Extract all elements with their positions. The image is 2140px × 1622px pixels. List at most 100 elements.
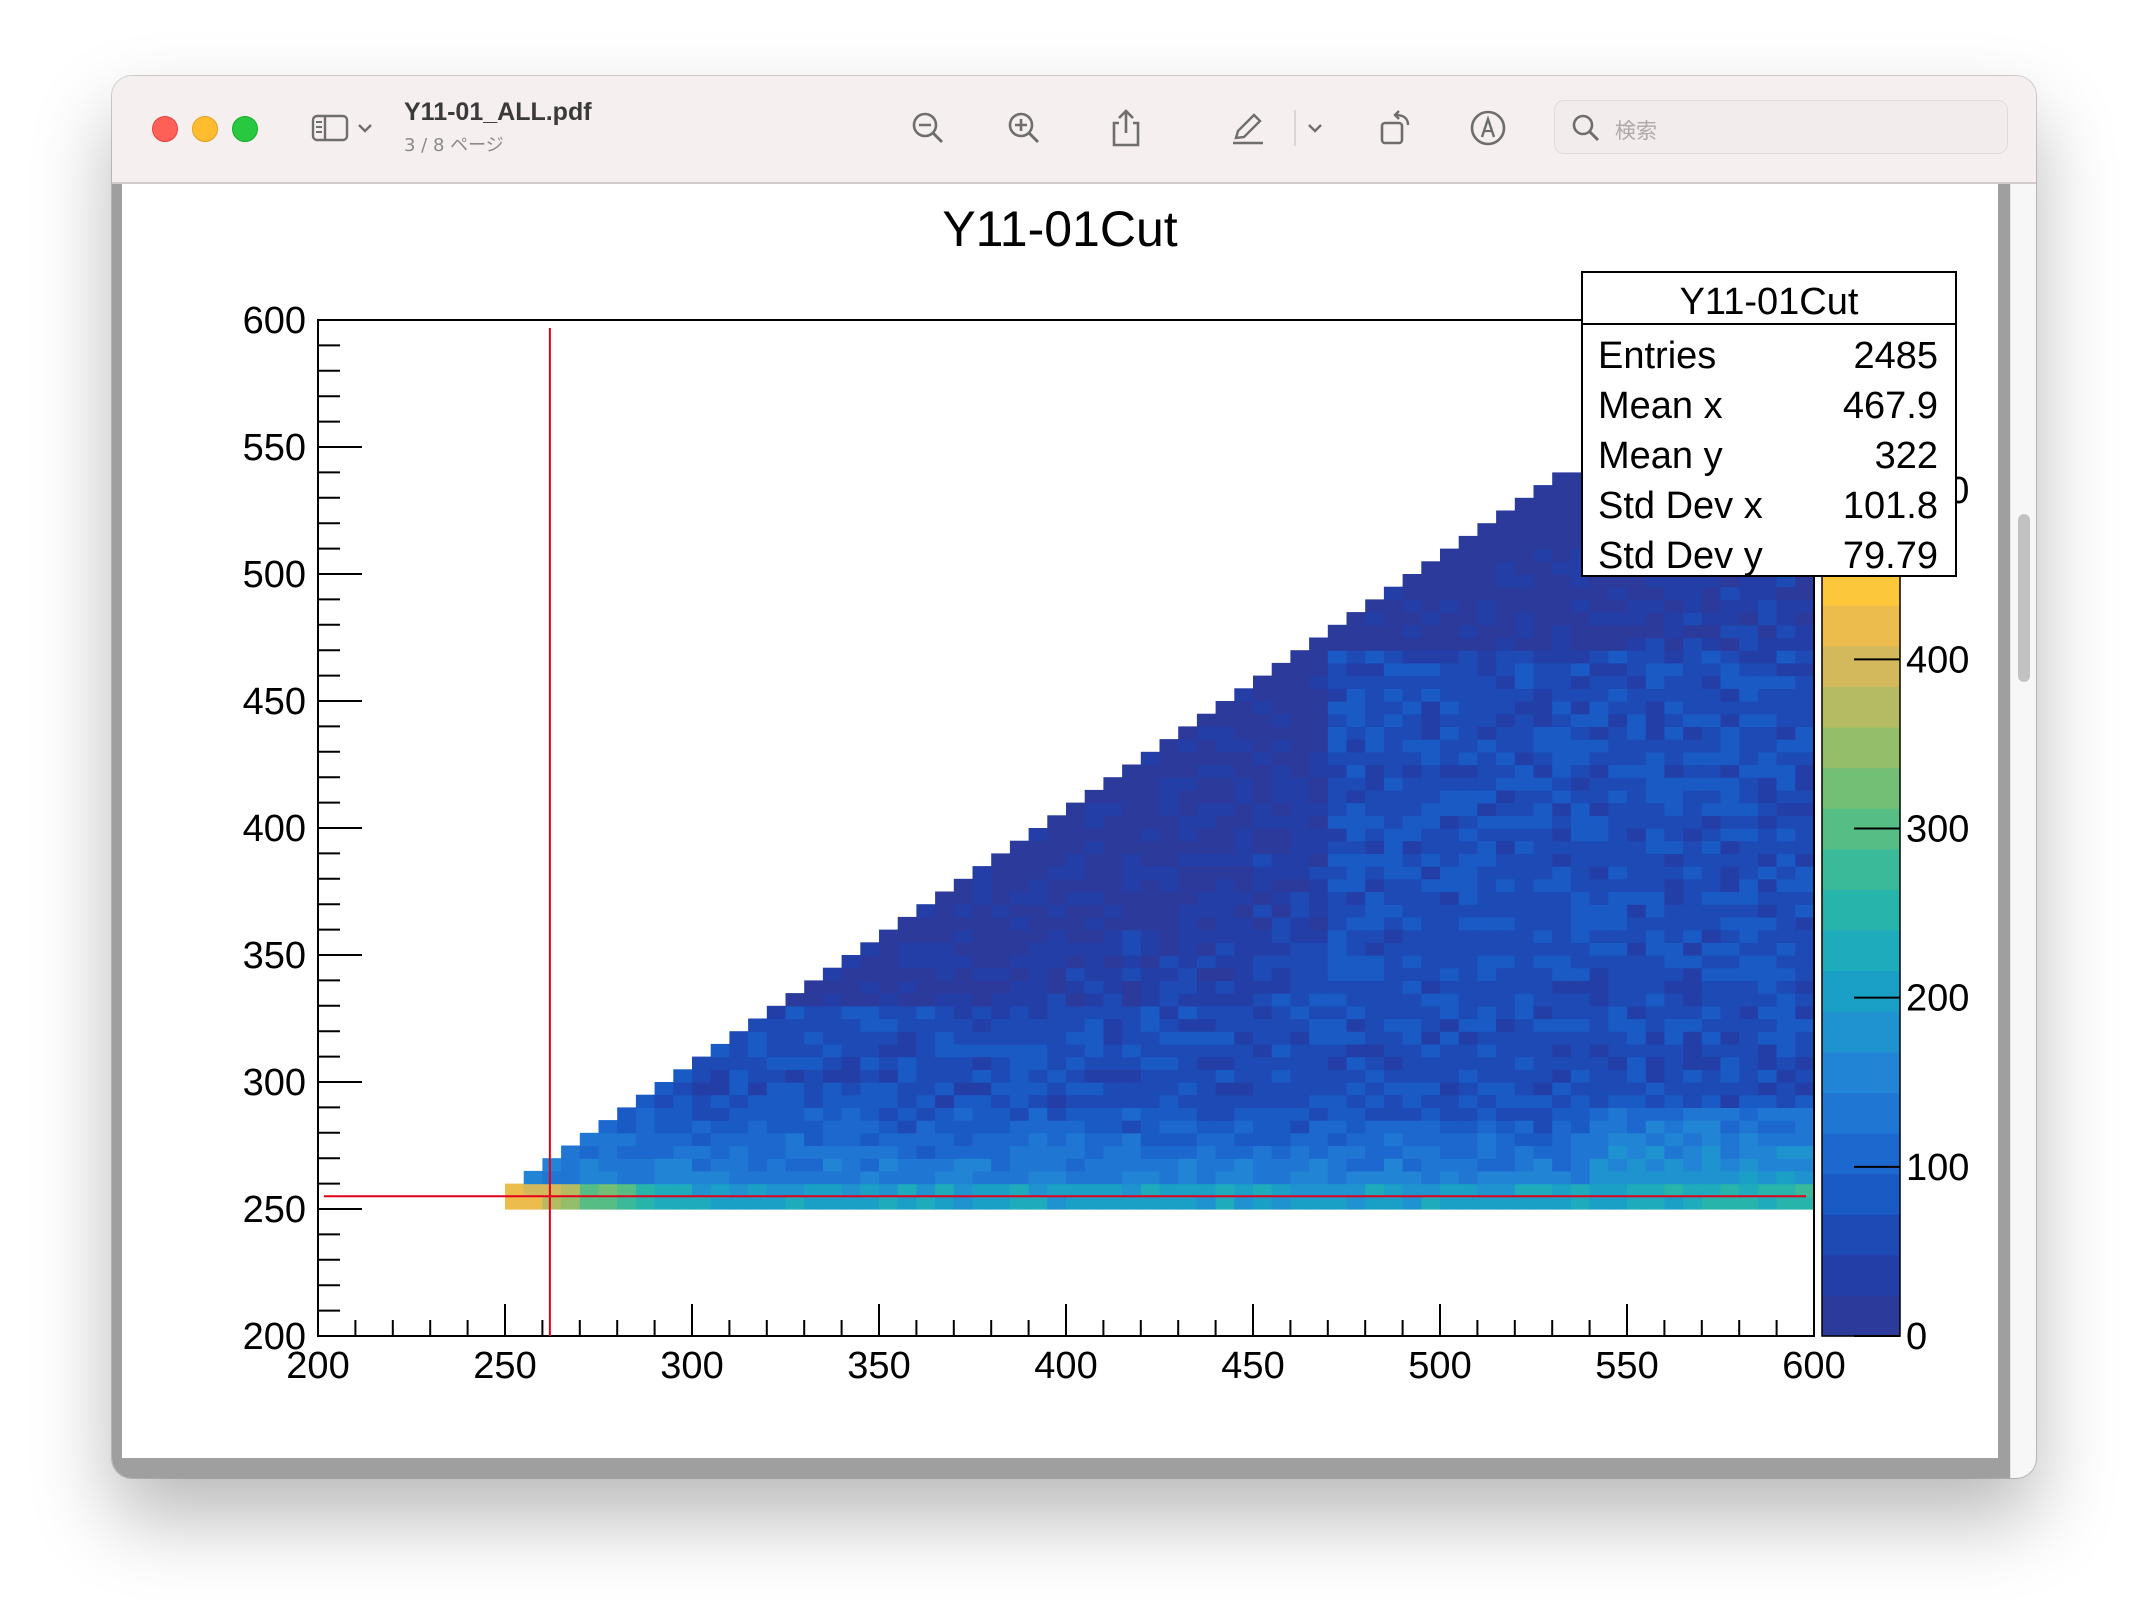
heatmap-cell: [1009, 1056, 1030, 1070]
heatmap-cell: [1776, 599, 1796, 613]
heatmap-cell: [1383, 1145, 1404, 1159]
heatmap-cell: [1196, 942, 1217, 956]
heatmap-cell: [1402, 993, 1422, 1007]
markup-pen-icon[interactable]: [1228, 106, 1268, 150]
heatmap-cell: [673, 1196, 693, 1210]
heatmap-cell: [1552, 1005, 1572, 1020]
heatmap-cell: [1496, 523, 1516, 537]
heatmap-cell: [1365, 929, 1385, 943]
zoom-in-icon[interactable]: [1004, 106, 1044, 150]
heatmap-cell: [1552, 548, 1572, 562]
heatmap-cell: [1196, 878, 1217, 893]
vertical-scrollbar[interactable]: [2010, 184, 2036, 1478]
heatmap-cell: [1421, 726, 1441, 740]
heatmap-cell: [1570, 1107, 1591, 1121]
heatmap-cell: [1552, 955, 1572, 969]
chevron-down-icon[interactable]: [1306, 106, 1324, 150]
heatmap-cell: [1234, 1107, 1254, 1121]
heatmap-cell: [1009, 980, 1030, 994]
heatmap-cell: [1103, 904, 1123, 918]
heatmap-cell: [598, 1145, 618, 1159]
heatmap-cell: [1514, 1107, 1535, 1121]
heatmap-cell: [1084, 891, 1104, 905]
heatmap-cell: [729, 1145, 749, 1159]
heatmap-cell: [1645, 650, 1665, 664]
heatmap-cell: [1757, 802, 1778, 816]
heatmap-cell: [542, 1158, 562, 1172]
close-button[interactable]: [152, 116, 178, 142]
heatmap-cell: [1253, 1132, 1273, 1147]
heatmap-cell: [1627, 675, 1647, 689]
heatmap-cell: [1140, 1170, 1161, 1185]
heatmap-cell: [1178, 1132, 1198, 1147]
heatmap-cell: [1327, 1031, 1348, 1045]
heatmap-cell: [1346, 802, 1366, 816]
scroll-thumb[interactable]: [2018, 514, 2030, 682]
heatmap-cell: [1290, 1183, 1310, 1197]
heatmap-cell: [1458, 688, 1478, 702]
heatmap-cell: [1589, 840, 1609, 854]
heatmap-cell: [1683, 802, 1703, 816]
heatmap-cell: [1645, 1170, 1665, 1185]
document-area: Y11-01Cut 200 250 300 350 400 450 500 550 600 200 2…: [112, 184, 2036, 1478]
heatmap-cell: [841, 1132, 861, 1147]
zoom-button[interactable]: [232, 116, 258, 142]
heatmap-cell: [1795, 701, 1815, 715]
heatmap-cell: [1458, 993, 1478, 1007]
heatmap-cell: [822, 1018, 843, 1032]
share-icon[interactable]: [1106, 106, 1146, 150]
heatmap-cell: [1383, 612, 1404, 626]
heatmap-cell: [1608, 739, 1628, 753]
heatmap-cell: [579, 1145, 600, 1159]
heatmap-cell: [1047, 1005, 1067, 1020]
heatmap-cell: [1570, 828, 1591, 842]
chevron-down-icon[interactable]: [356, 106, 374, 150]
heatmap-cell: [916, 1056, 936, 1070]
heatmap-cell: [1514, 523, 1535, 537]
heatmap-cell: [1739, 967, 1759, 981]
heatmap-cell: [1795, 866, 1815, 880]
heatmap-cell: [1776, 815, 1796, 829]
heatmap-cell: [1327, 1183, 1348, 1197]
chart-title: Y11-01Cut: [942, 201, 1177, 257]
heatmap-cell: [1683, 840, 1703, 854]
heatmap-cell: [1103, 1056, 1123, 1070]
heatmap-cell: [1552, 878, 1572, 893]
heatmap-cell: [1440, 1082, 1460, 1096]
search-field[interactable]: 検索: [1554, 100, 2008, 154]
heatmap-cell: [1552, 891, 1572, 905]
zoom-out-icon[interactable]: [908, 106, 948, 150]
annotate-icon[interactable]: [1468, 106, 1508, 150]
heatmap-cell: [1084, 929, 1104, 943]
heatmap-cell: [953, 1043, 974, 1058]
heatmap-cell: [1271, 739, 1291, 753]
heatmap-cell: [1084, 789, 1104, 804]
rotate-icon[interactable]: [1376, 106, 1416, 150]
heatmap-cell: [1028, 1018, 1048, 1032]
heatmap-cell: [935, 1094, 955, 1108]
heatmap-cell: [1757, 586, 1778, 600]
heatmap-cell: [1009, 1018, 1030, 1032]
heatmap-cell: [1477, 764, 1497, 778]
minimize-button[interactable]: [192, 116, 218, 142]
x-tick-label: 500: [1408, 1345, 1471, 1387]
heatmap-cell: [1645, 1145, 1665, 1159]
heatmap-cell: [1140, 1158, 1161, 1172]
heatmap-cell: [1514, 548, 1535, 562]
heatmap-cell: [635, 1158, 656, 1172]
heatmap-cell: [1122, 853, 1142, 867]
heatmap-cell: [1514, 586, 1535, 600]
heatmap-cell: [1028, 1196, 1048, 1210]
heatmap-cell: [860, 955, 880, 969]
heatmap-cell: [1514, 497, 1535, 512]
heatmap-cell: [972, 1069, 992, 1083]
heatmap-cell: [1122, 1107, 1142, 1121]
heatmap-cell: [1795, 1043, 1815, 1058]
heatmap-cell: [1159, 802, 1179, 816]
heatmap-cell: [505, 1183, 525, 1197]
heatmap-cell: [1533, 510, 1553, 524]
sidebar-icon[interactable]: [308, 106, 352, 150]
heatmap-cell: [1421, 624, 1441, 639]
heatmap-cell: [1084, 1056, 1104, 1070]
heatmap-cell: [617, 1183, 637, 1197]
